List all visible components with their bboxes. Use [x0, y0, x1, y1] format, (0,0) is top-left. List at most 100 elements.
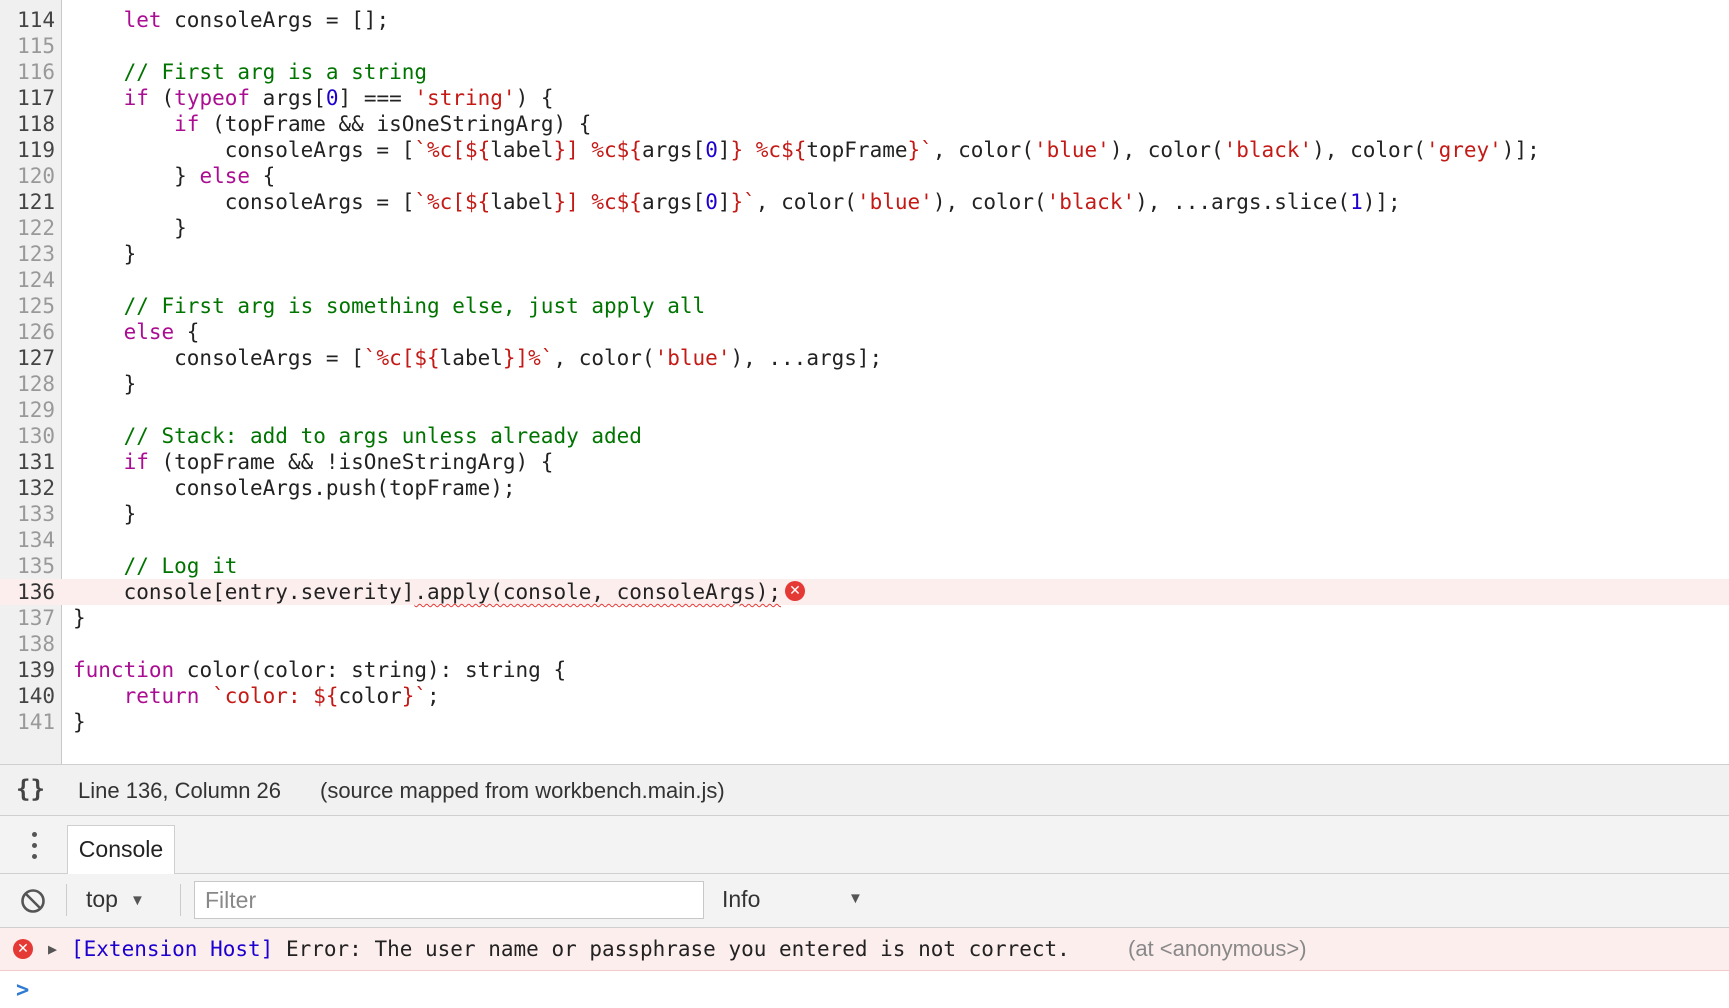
- code-line[interactable]: 119 consoleArgs = [`%c[${label}] %c${arg…: [0, 137, 1729, 163]
- code-line[interactable]: 122 }: [0, 215, 1729, 241]
- error-icon[interactable]: ✕: [785, 581, 806, 601]
- line-number[interactable]: 139: [0, 657, 55, 683]
- code-line[interactable]: 134: [0, 527, 1729, 553]
- context-selector[interactable]: top ▼: [86, 886, 145, 913]
- code-token: , color(: [932, 138, 1034, 162]
- console-toolbar: top ▼ Info ▼: [0, 874, 1729, 928]
- code-line[interactable]: 115: [0, 33, 1729, 59]
- line-number[interactable]: 121: [0, 189, 55, 215]
- line-number[interactable]: 115: [0, 33, 55, 59]
- code-lines[interactable]: 114 let consoleArgs = []; 115 116 // First…: [0, 7, 1729, 735]
- line-number[interactable]: 130: [0, 423, 55, 449]
- code-text: } else {: [73, 163, 275, 189]
- code-token: consoleArgs.push(topFrame);: [73, 476, 516, 500]
- code-text: console[entry.severity].apply(console, c…: [73, 579, 806, 605]
- code-line[interactable]: 140 return `color: ${color}`;: [0, 683, 1729, 709]
- code-editor[interactable]: 114 let consoleArgs = []; 115 116 // First…: [0, 0, 1729, 764]
- line-number[interactable]: 138: [0, 631, 55, 657]
- chevron-down-icon[interactable]: ▼: [848, 890, 863, 907]
- code-line[interactable]: 128 }: [0, 371, 1729, 397]
- line-number[interactable]: 135: [0, 553, 55, 579]
- code-token: color(color: string): string {: [174, 658, 567, 682]
- code-line[interactable]: 123 }: [0, 241, 1729, 267]
- code-token: ), color(: [1312, 138, 1426, 162]
- code-token: `%c[${: [414, 190, 491, 214]
- code-line[interactable]: 139 function color(color: string): string…: [0, 657, 1729, 683]
- code-line[interactable]: 133 }: [0, 501, 1729, 527]
- line-number[interactable]: 114: [0, 7, 55, 33]
- log-level-label: Info: [722, 886, 761, 912]
- line-number[interactable]: 120: [0, 163, 55, 189]
- code-token: // First arg is something else, just app…: [123, 294, 706, 318]
- code-line[interactable]: 135 // Log it: [0, 553, 1729, 579]
- clear-console-icon[interactable]: [20, 888, 46, 914]
- code-token: {: [250, 164, 276, 188]
- code-line[interactable]: 118 if (topFrame && isOneStringArg) {: [0, 111, 1729, 137]
- code-line[interactable]: 131 if (topFrame && !isOneStringArg) {: [0, 449, 1729, 475]
- line-number[interactable]: 140: [0, 683, 55, 709]
- code-token: }: [73, 164, 200, 188]
- code-token: 0: [705, 190, 718, 214]
- code-line[interactable]: 138: [0, 631, 1729, 657]
- expand-triangle-icon[interactable]: ▶: [48, 928, 57, 970]
- more-vertical-icon[interactable]: [24, 830, 44, 862]
- line-number[interactable]: 129: [0, 397, 55, 423]
- console-prompt[interactable]: >: [16, 978, 29, 1003]
- line-number[interactable]: 119: [0, 137, 55, 163]
- code-line[interactable]: 127 consoleArgs = [`%c[${label}]%`, colo…: [0, 345, 1729, 371]
- line-number[interactable]: 125: [0, 293, 55, 319]
- code-line[interactable]: 124: [0, 267, 1729, 293]
- line-number[interactable]: 126: [0, 319, 55, 345]
- line-number[interactable]: 124: [0, 267, 55, 293]
- line-number[interactable]: 128: [0, 371, 55, 397]
- code-line[interactable]: 129: [0, 397, 1729, 423]
- filter-input[interactable]: [194, 881, 704, 919]
- code-token: }: [73, 502, 137, 526]
- line-number[interactable]: 131: [0, 449, 55, 475]
- code-text: if (topFrame && !isOneStringArg) {: [73, 449, 554, 475]
- code-line[interactable]: 114 let consoleArgs = [];: [0, 7, 1729, 33]
- pretty-print-button[interactable]: {}: [16, 775, 45, 803]
- line-number[interactable]: 118: [0, 111, 55, 137]
- code-line[interactable]: 125 // First arg is something else, just…: [0, 293, 1729, 319]
- code-token: color: [338, 684, 402, 708]
- code-line[interactable]: 136 console[entry.severity].apply(consol…: [0, 579, 1729, 605]
- line-number[interactable]: 132: [0, 475, 55, 501]
- code-token: consoleArgs = [: [73, 138, 415, 162]
- line-number[interactable]: 123: [0, 241, 55, 267]
- code-token: }: [73, 606, 86, 630]
- code-text: consoleArgs = [`%c[${label}] %c${args[0]…: [73, 189, 1401, 215]
- line-number[interactable]: 134: [0, 527, 55, 553]
- tab-console[interactable]: Console: [67, 825, 175, 874]
- line-number[interactable]: 141: [0, 709, 55, 735]
- code-line[interactable]: 121 consoleArgs = [`%c[${label}] %c${arg…: [0, 189, 1729, 215]
- code-token: (topFrame && !isOneStringArg) {: [148, 450, 554, 474]
- code-token: }`: [730, 190, 756, 214]
- code-line[interactable]: 137}: [0, 605, 1729, 631]
- code-text: return `color: ${color}`;: [73, 683, 440, 709]
- line-number[interactable]: 136: [0, 579, 55, 605]
- line-number[interactable]: 133: [0, 501, 55, 527]
- line-number[interactable]: 122: [0, 215, 55, 241]
- line-number[interactable]: 117: [0, 85, 55, 111]
- line-number[interactable]: 127: [0, 345, 55, 371]
- editor-status-bar: {} Line 136, Column 26 (source mapped fr…: [0, 764, 1729, 816]
- line-number[interactable]: 116: [0, 59, 55, 85]
- error-location-link[interactable]: (at <anonymous>): [1128, 928, 1307, 970]
- code-token: 'black': [1223, 138, 1313, 162]
- code-line[interactable]: 132 consoleArgs.push(topFrame);: [0, 475, 1729, 501]
- line-number[interactable]: 137: [0, 605, 55, 631]
- code-line[interactable]: 117 if (typeof args[0] === 'string') {: [0, 85, 1729, 111]
- console-error-message[interactable]: ✕ ▶ [Extension Host] Error: The user nam…: [0, 928, 1729, 971]
- code-line[interactable]: 120 } else {: [0, 163, 1729, 189]
- code-line[interactable]: 141}: [0, 709, 1729, 735]
- code-text: }: [73, 241, 137, 267]
- code-line[interactable]: 126 else {: [0, 319, 1729, 345]
- code-line[interactable]: 130 // Stack: add to args unless already…: [0, 423, 1729, 449]
- code-token: let: [123, 8, 162, 32]
- code-line[interactable]: 116 // First arg is a string: [0, 59, 1729, 85]
